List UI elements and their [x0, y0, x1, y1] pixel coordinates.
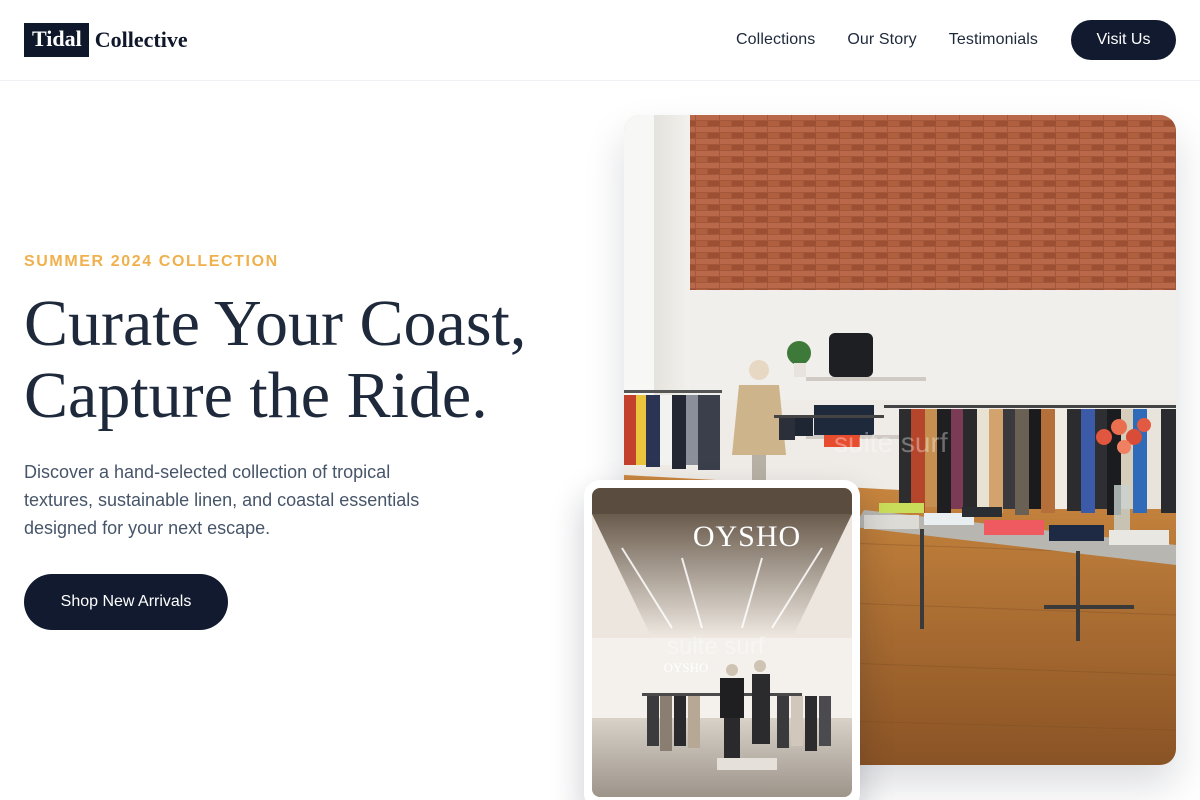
hero-description: Discover a hand-selected collection of t… [24, 462, 420, 538]
main-photo-watermark: suite surf [834, 427, 948, 458]
nav-link-collections[interactable]: Collections [736, 31, 815, 49]
main-nav: Collections Our Story Testimonials Visit… [736, 20, 1176, 60]
nav-link-our-story[interactable]: Our Story [847, 31, 916, 49]
store-sign: OYSHO [692, 520, 802, 553]
storefront-photo: OYSHO OYSHO suite surf [592, 488, 852, 797]
store-sign-small: OYSHO [663, 660, 709, 675]
nav-link-testimonials[interactable]: Testimonials [949, 31, 1038, 49]
logo-text: Collective [94, 27, 188, 52]
hero-headline: Curate Your Coast, Capture the Ride. [24, 288, 624, 432]
headline-line-2: Capture the Ride. [24, 359, 488, 432]
headline-line-1: Curate Your Coast, [24, 287, 527, 360]
shop-new-arrivals-button[interactable]: Shop New Arrivals [24, 574, 228, 630]
logo-mark: Tidal [24, 23, 89, 57]
site-header: Tidal Collective Collections Our Story T… [0, 0, 1200, 81]
visit-us-button[interactable]: Visit Us [1071, 20, 1176, 60]
inset-photo-watermark: suite surf [667, 633, 765, 660]
inset-photo-card: OYSHO OYSHO suite surf [584, 480, 860, 800]
logo[interactable]: Tidal Collective [24, 23, 188, 57]
hero-eyebrow: SUMMER 2024 COLLECTION [24, 253, 279, 270]
